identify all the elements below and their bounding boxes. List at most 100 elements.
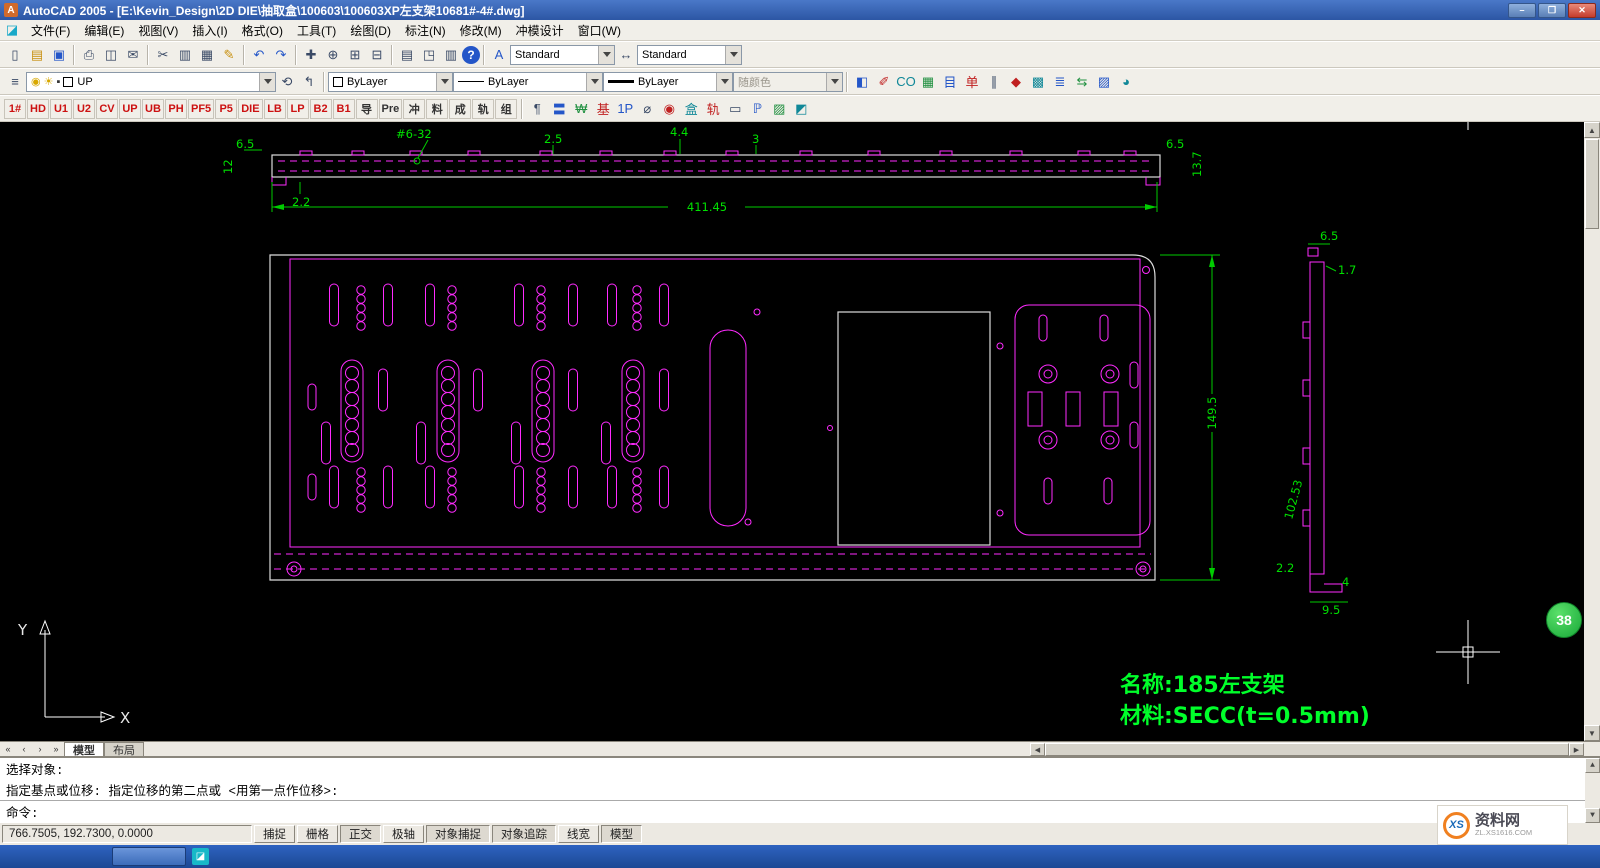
coordinate-readout[interactable]: 766.7505, 192.7300, 0.0000: [2, 825, 252, 843]
die-design-icon[interactable]: ▭: [724, 98, 746, 120]
redo-icon[interactable]: ↷: [270, 44, 292, 66]
float-badge[interactable]: 38: [1546, 602, 1582, 638]
vertical-scrollbar[interactable]: ▲ ▼: [1584, 122, 1600, 741]
menu-modify[interactable]: 修改(M): [453, 20, 509, 41]
scroll-up-icon[interactable]: ▲: [1584, 122, 1600, 138]
custom-tool-icon[interactable]: ◧: [851, 71, 873, 93]
help-icon[interactable]: ?: [462, 46, 480, 64]
layer-states-icon[interactable]: ⟲: [276, 71, 298, 93]
die-tool-button[interactable]: CV: [96, 99, 118, 119]
menu-window[interactable]: 窗口(W): [571, 20, 628, 41]
zoom-previous-icon[interactable]: ⊟: [366, 44, 388, 66]
die-tool-button[interactable]: LB: [264, 99, 286, 119]
text-style-dropdown[interactable]: Standard: [510, 45, 615, 65]
die-design-icon[interactable]: 盒: [680, 98, 702, 120]
custom-tool-icon[interactable]: ⇆: [1071, 71, 1093, 93]
scroll-left-icon[interactable]: ◀: [1030, 743, 1045, 756]
zoom-realtime-icon[interactable]: ⊕: [322, 44, 344, 66]
drawing-system-icon[interactable]: ◪: [4, 22, 20, 38]
dropdown-arrow-icon[interactable]: [259, 73, 275, 91]
polar-toggle[interactable]: 极轴: [383, 825, 424, 843]
dropdown-arrow-icon[interactable]: [586, 73, 602, 91]
die-tool-button[interactable]: UB: [142, 99, 164, 119]
die-tool-button[interactable]: LP: [287, 99, 309, 119]
die-design-icon[interactable]: ◩: [790, 98, 812, 120]
custom-tool-icon[interactable]: ▦: [917, 71, 939, 93]
die-tool-button[interactable]: U1: [50, 99, 72, 119]
linetype-control-dropdown[interactable]: ByLayer: [453, 72, 603, 92]
model-space-toggle[interactable]: 模型: [601, 825, 642, 843]
die-design-icon[interactable]: 1P: [614, 98, 636, 120]
layer-lock-icon[interactable]: ▪: [56, 76, 60, 88]
die-tool-button[interactable]: HD: [27, 99, 49, 119]
ortho-toggle[interactable]: 正交: [340, 825, 381, 843]
die-design-icon[interactable]: ▨: [768, 98, 790, 120]
match-properties-icon[interactable]: ✎: [218, 44, 240, 66]
tab-model[interactable]: 模型: [64, 742, 104, 756]
die-tool-button[interactable]: 成: [449, 99, 471, 119]
lineweight-control-dropdown[interactable]: ByLayer: [603, 72, 733, 92]
command-input-line[interactable]: 命令:: [0, 800, 1600, 822]
dropdown-arrow-icon[interactable]: [598, 46, 614, 64]
close-button[interactable]: ✕: [1568, 3, 1596, 18]
zoom-window-icon[interactable]: ⊞: [344, 44, 366, 66]
layer-freeze-icon[interactable]: ☀: [44, 75, 54, 88]
die-design-icon[interactable]: 轨: [702, 98, 724, 120]
layer-on-icon[interactable]: ◉: [31, 75, 41, 88]
die-design-icon[interactable]: 〓: [548, 98, 570, 120]
die-tool-button[interactable]: 轨: [472, 99, 494, 119]
dim-style-dropdown[interactable]: Standard: [637, 45, 742, 65]
layer-dropdown[interactable]: ◉ ☀ ▪ UP: [26, 72, 276, 92]
otrack-toggle[interactable]: 对象追踪: [492, 825, 556, 843]
die-tool-button[interactable]: Pre: [379, 99, 403, 119]
custom-tool-icon[interactable]: ▩: [1027, 71, 1049, 93]
die-tool-button[interactable]: 1#: [4, 99, 26, 119]
dropdown-arrow-icon[interactable]: [725, 46, 741, 64]
plot-icon[interactable]: ⎙: [78, 44, 100, 66]
horizontal-scrollbar[interactable]: ◀ ▶: [1030, 743, 1584, 756]
die-design-icon[interactable]: ¶: [526, 98, 548, 120]
scroll-up-icon[interactable]: ▲: [1585, 758, 1600, 773]
maximize-button[interactable]: ❐: [1538, 3, 1566, 18]
die-tool-button[interactable]: 料: [426, 99, 448, 119]
open-icon[interactable]: ▤: [26, 44, 48, 66]
dropdown-arrow-icon[interactable]: [436, 73, 452, 91]
properties-icon[interactable]: ▤: [396, 44, 418, 66]
die-design-icon[interactable]: ℙ: [746, 98, 768, 120]
snap-toggle[interactable]: 捕捉: [254, 825, 295, 843]
vertical-scroll-thumb[interactable]: [1585, 139, 1599, 229]
custom-tool-icon[interactable]: ◕: [1115, 71, 1137, 93]
paste-icon[interactable]: ▦: [196, 44, 218, 66]
publish-icon[interactable]: ✉: [122, 44, 144, 66]
windows-taskbar[interactable]: ◪: [0, 845, 1600, 868]
make-layer-current-icon[interactable]: ↰: [298, 71, 320, 93]
menu-dimension[interactable]: 标注(N): [398, 20, 453, 41]
menu-insert[interactable]: 插入(I): [185, 20, 234, 41]
osnap-toggle[interactable]: 对象捕捉: [426, 825, 490, 843]
scroll-down-icon[interactable]: ▼: [1585, 808, 1600, 823]
custom-tool-icon[interactable]: CO: [895, 71, 917, 93]
custom-tool-icon[interactable]: ∥: [983, 71, 1005, 93]
tab-next-icon[interactable]: ›: [32, 743, 48, 756]
scroll-right-icon[interactable]: ▶: [1569, 743, 1584, 756]
die-tool-button[interactable]: 冲: [403, 99, 425, 119]
custom-tool-icon[interactable]: ◆: [1005, 71, 1027, 93]
die-design-icon[interactable]: ⌀: [636, 98, 658, 120]
designcenter-icon[interactable]: ◳: [418, 44, 440, 66]
copy-icon[interactable]: ▥: [174, 44, 196, 66]
die-tool-button[interactable]: U2: [73, 99, 95, 119]
dropdown-arrow-icon[interactable]: [716, 73, 732, 91]
menu-edit[interactable]: 编辑(E): [77, 20, 131, 41]
print-preview-icon[interactable]: ◫: [100, 44, 122, 66]
tab-layout[interactable]: 布局: [104, 742, 144, 756]
die-tool-button[interactable]: PF5: [188, 99, 214, 119]
menu-draw[interactable]: 绘图(D): [343, 20, 398, 41]
command-scrollbar[interactable]: ▲ ▼: [1585, 758, 1600, 823]
menu-die-design[interactable]: 冲模设计: [509, 20, 571, 41]
lineweight-toggle[interactable]: 线宽: [558, 825, 599, 843]
taskbar-active-item[interactable]: [112, 847, 186, 866]
die-tool-button[interactable]: UP: [119, 99, 141, 119]
title-bar[interactable]: A AutoCAD 2005 - [E:\Kevin_Design\2D DIE…: [0, 0, 1600, 20]
die-tool-button[interactable]: 导: [356, 99, 378, 119]
tab-last-icon[interactable]: »: [48, 743, 64, 756]
